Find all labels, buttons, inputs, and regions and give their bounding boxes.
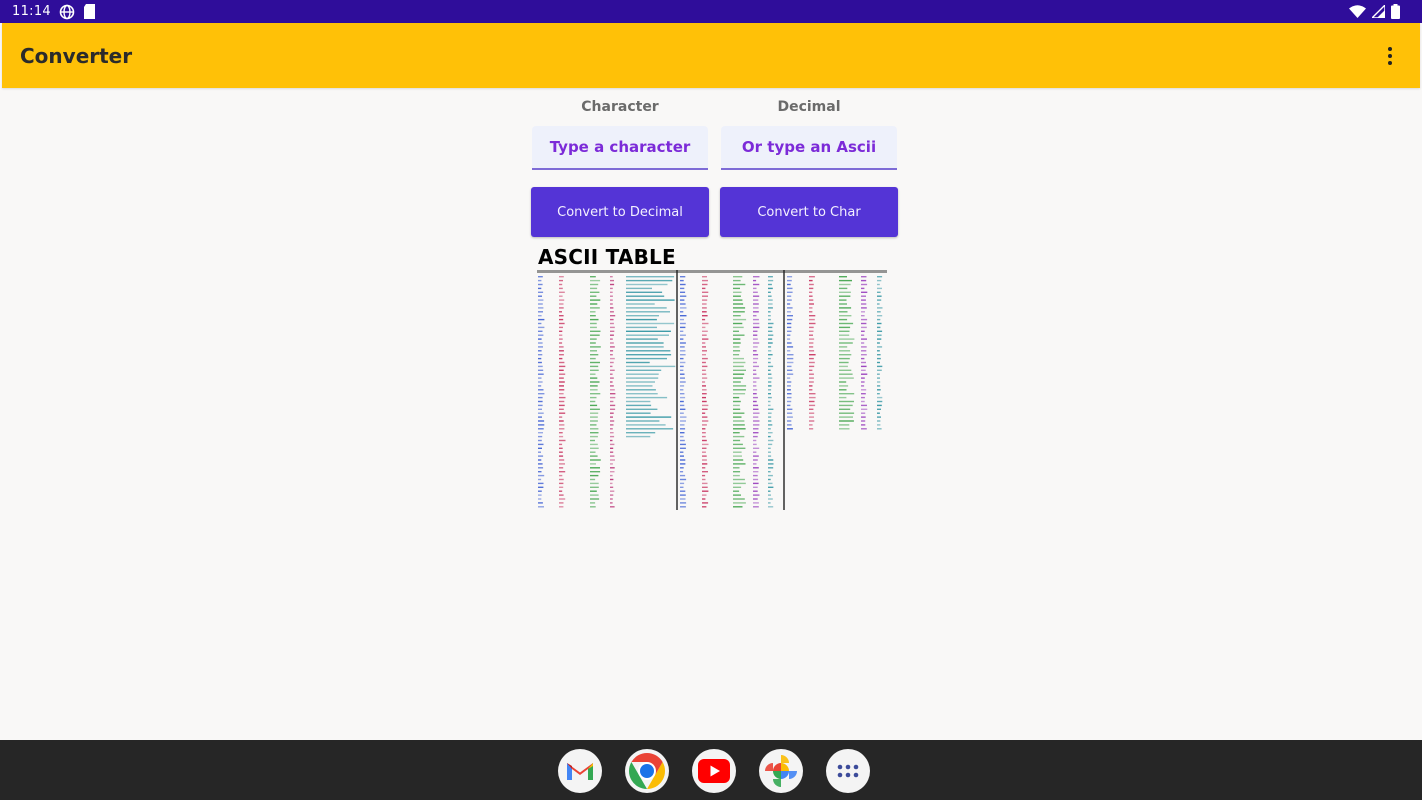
app-dock [0, 740, 1422, 800]
ascii-table-title: ASCII TABLE [538, 245, 676, 269]
wifi-icon [1349, 5, 1366, 18]
sd-card-icon [83, 4, 96, 19]
decimal-input[interactable] [721, 126, 897, 170]
character-input[interactable] [532, 126, 708, 170]
app-bar: Converter [2, 23, 1420, 88]
app-drawer-icon[interactable] [826, 749, 870, 793]
decimal-input-container [721, 126, 897, 170]
convert-to-decimal-button[interactable]: Convert to Decimal [531, 187, 709, 237]
converter-content: Character Decimal Convert to Decimal Con… [0, 88, 1422, 740]
vpn-globe-icon [59, 4, 75, 20]
decimal-label: Decimal [777, 99, 841, 115]
gmail-icon[interactable] [558, 749, 602, 793]
cell-signal-icon [1372, 5, 1385, 18]
overflow-menu-icon[interactable] [1382, 41, 1398, 71]
character-input-container [532, 126, 708, 170]
battery-icon [1391, 4, 1400, 19]
app-title: Converter [20, 43, 133, 68]
convert-to-char-button[interactable]: Convert to Char [720, 187, 898, 237]
ascii-table-image [537, 268, 893, 512]
status-time: 11:14 [12, 4, 51, 19]
photos-icon[interactable] [759, 749, 803, 793]
character-label: Character [581, 99, 659, 115]
status-bar: 11:14 [0, 0, 1422, 23]
youtube-icon[interactable] [692, 749, 736, 793]
chrome-icon[interactable] [625, 749, 669, 793]
